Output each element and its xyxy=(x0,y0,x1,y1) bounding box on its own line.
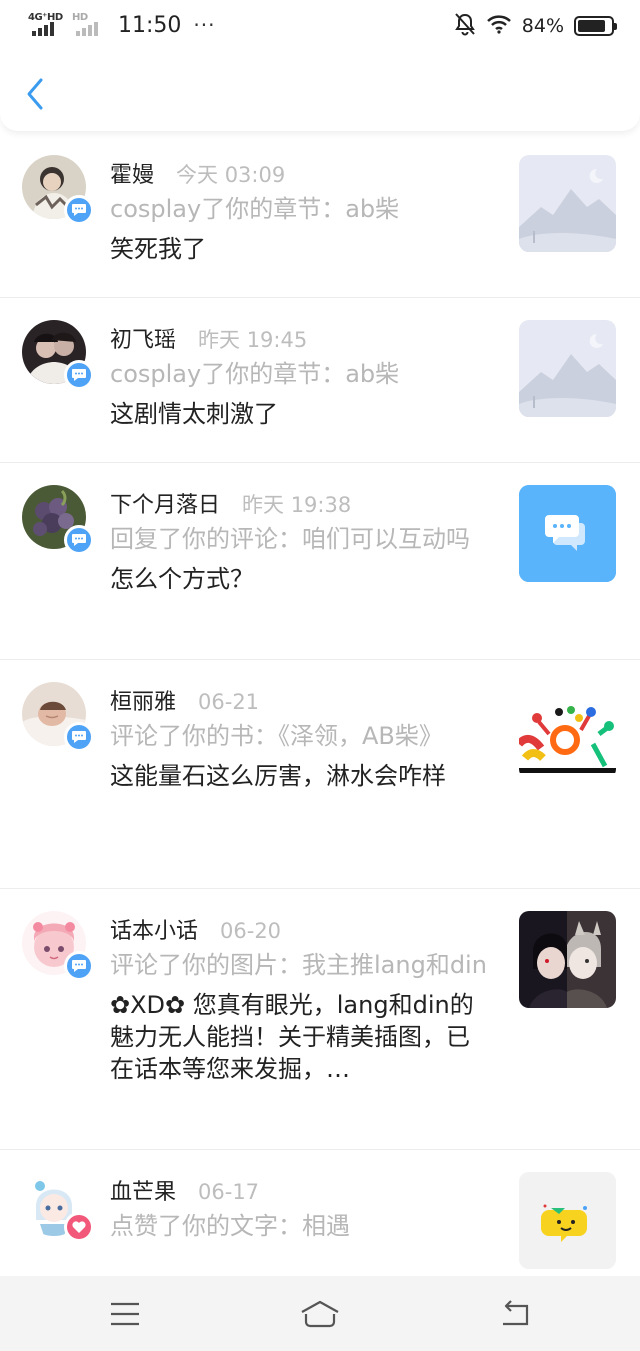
notification-item[interactable]: 桓丽雅 06-21 评论了你的书：《泽领，AB柴》 这能量石这么厉害，淋水会咋样 xyxy=(0,660,640,889)
wifi-icon xyxy=(486,14,512,38)
avatar[interactable] xyxy=(22,911,94,981)
activity-text[interactable]: 评论了你的书：《泽领，AB柴》 xyxy=(110,720,490,752)
home-icon xyxy=(301,1300,339,1328)
home-button[interactable] xyxy=(300,1296,340,1332)
timestamp: 06-17 xyxy=(198,1180,260,1204)
message-text: 笑死我了 xyxy=(110,235,206,263)
placeholder-image-icon[interactable] xyxy=(519,320,616,417)
notification-item[interactable]: 初飞瑶 昨天 19:45 cosplay了你的章节：ab柴 这剧情太刺激了 xyxy=(0,298,640,463)
avatar[interactable] xyxy=(22,682,94,752)
user-name[interactable]: 初飞瑶 xyxy=(110,322,176,354)
timestamp: 06-21 xyxy=(198,690,260,714)
avatar[interactable] xyxy=(22,1172,94,1242)
notification-list[interactable]: 霍嫚 今天 03:09 cosplay了你的章节：ab柴 笑死我了 初飞瑶 昨天… xyxy=(0,133,640,1275)
clock: 11:50 xyxy=(118,12,182,38)
character-art-image[interactable] xyxy=(519,911,616,1008)
avatar[interactable] xyxy=(22,320,94,390)
activity-text[interactable]: 评论了你的图片：我主推lang和din xyxy=(110,949,490,981)
avatar[interactable] xyxy=(22,155,94,225)
back-nav-button[interactable] xyxy=(495,1296,535,1332)
signal-icon: 4G⁺HD xyxy=(28,12,66,38)
activity-text[interactable]: cosplay了你的章节：ab柴 xyxy=(110,193,490,225)
activity-text[interactable]: 回复了你的评论：咱们可以互动吗 xyxy=(110,523,490,555)
user-name[interactable]: 桓丽雅 xyxy=(110,684,176,716)
user-name[interactable]: 下个月落日 xyxy=(110,487,220,519)
avatar[interactable] xyxy=(22,485,94,555)
message-text: 怎么个方式？ xyxy=(110,565,254,593)
comment-icon xyxy=(64,195,94,225)
activity-text[interactable]: cosplay了你的章节：ab柴 xyxy=(110,358,490,390)
message-text: ✿XD✿ 您真有眼光，lang和din的魅力无人能挡！关于精美插图，已在话本等您… xyxy=(110,991,474,1083)
top-app-bar xyxy=(0,52,640,132)
activity-text[interactable]: 点赞了你的文字：相遇 xyxy=(110,1210,490,1242)
chat-emoji-icon[interactable] xyxy=(519,1172,616,1269)
user-name[interactable]: 霍嫚 xyxy=(110,157,154,189)
notification-item[interactable]: 下个月落日 昨天 19:38 回复了你的评论：咱们可以互动吗 怎么个方式？ xyxy=(0,463,640,660)
notification-item[interactable]: 霍嫚 今天 03:09 cosplay了你的章节：ab柴 笑死我了 xyxy=(0,133,640,298)
menu-button[interactable] xyxy=(105,1296,145,1332)
battery-icon xyxy=(574,16,617,36)
book-cover-image[interactable] xyxy=(519,682,616,779)
message-text: 这能量石这么厉害，淋水会咋样 xyxy=(110,762,446,790)
message-text: 这剧情太刺激了 xyxy=(110,400,278,428)
menu-icon xyxy=(111,1302,139,1326)
bell-off-icon xyxy=(454,12,476,40)
comment-icon xyxy=(64,951,94,981)
timestamp: 今天 03:09 xyxy=(176,163,286,187)
notification-item[interactable]: 话本小话 06-20 评论了你的图片：我主推lang和din ✿XD✿ 您真有眼… xyxy=(0,889,640,1150)
signal-icon-secondary: HD xyxy=(72,12,110,38)
notification-item[interactable]: 血芒果 06-17 点赞了你的文字：相遇 xyxy=(0,1150,640,1275)
comment-icon xyxy=(64,525,94,555)
battery-percent: 84% xyxy=(521,15,564,37)
chat-bubble-icon[interactable] xyxy=(519,485,616,582)
timestamp: 昨天 19:45 xyxy=(198,328,308,352)
chevron-left-icon xyxy=(27,78,43,110)
user-name[interactable]: 血芒果 xyxy=(110,1174,176,1206)
user-name[interactable]: 话本小话 xyxy=(110,913,198,945)
placeholder-image-icon[interactable] xyxy=(519,155,616,252)
status-bar: 4G⁺HD HD 11:50 ··· 84% xyxy=(0,0,640,52)
back-arrow-icon xyxy=(503,1300,529,1326)
more-status-icon: ··· xyxy=(193,13,216,37)
system-nav-bar xyxy=(0,1276,640,1351)
comment-icon xyxy=(64,360,94,390)
timestamp: 06-20 xyxy=(220,919,282,943)
timestamp: 昨天 19:38 xyxy=(242,493,352,517)
heart-icon xyxy=(64,1212,94,1242)
comment-icon xyxy=(64,722,94,752)
back-button[interactable] xyxy=(18,74,52,114)
